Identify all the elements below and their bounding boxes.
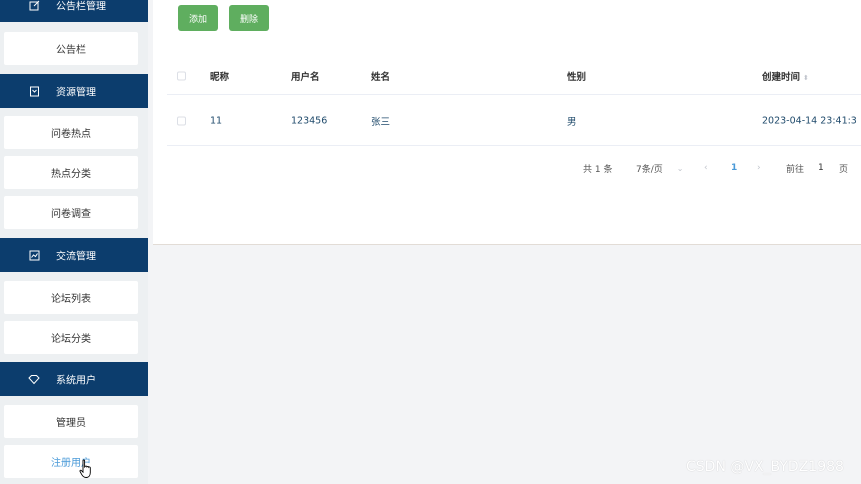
page-unit-label: 页 [839, 164, 849, 175]
sidebar-item-label: 论坛列表 [51, 294, 91, 305]
sidebar-item-label: 管理员 [56, 418, 86, 429]
prev-page-button[interactable]: ‹ [704, 160, 708, 176]
column-header-nickname[interactable]: 昵称 [210, 69, 229, 83]
add-button[interactable]: 添加 [178, 5, 218, 31]
edit-icon [28, 0, 40, 11]
next-page-button[interactable]: › [757, 160, 761, 176]
cell-created-time: 2023-04-14 23:41:3 [762, 115, 857, 126]
sidebar-item-admin[interactable]: 管理员 [4, 405, 138, 438]
watermark: CSDN @VX_BYDZ1988 [686, 459, 844, 475]
sidebar-group-notice[interactable]: 公告栏管理 [0, 0, 148, 22]
sidebar-group-label: 公告栏管理 [56, 1, 106, 13]
pagination-total: 共 1 条 [583, 164, 613, 175]
sidebar-item-label: 问卷热点 [51, 129, 91, 140]
goto-page-input[interactable]: 1 [818, 160, 824, 176]
sidebar-group-communication[interactable]: 交流管理 [0, 238, 148, 272]
delete-button[interactable]: 删除 [229, 5, 269, 31]
column-header-created-time[interactable]: 创建时间 ⬍ [762, 69, 809, 83]
pointer-cursor-icon [79, 459, 91, 478]
select-all-checkbox[interactable] [177, 71, 186, 81]
sidebar-item-label: 公告栏 [56, 45, 86, 56]
diamond-icon [28, 373, 40, 385]
row-checkbox[interactable] [177, 116, 186, 125]
column-header-created-label: 创建时间 [762, 72, 801, 83]
current-page-number[interactable]: 1 [731, 160, 737, 176]
sidebar-item-hotspot-category[interactable]: 热点分类 [4, 156, 138, 189]
chevron-down-icon: ⌄ [676, 163, 684, 173]
sidebar-item-survey-hotspot[interactable]: 问卷热点 [4, 116, 138, 149]
main-panel: 添加 删除 昵称 用户名 姓名 性别 创建时间 ⬍ 11 123456 张三 男 … [153, 0, 861, 245]
sidebar-group-label: 交流管理 [56, 251, 96, 263]
goto-label: 前往 [786, 164, 805, 175]
sidebar-group-label: 系统用户 [56, 375, 96, 387]
sidebar-item-forum-category[interactable]: 论坛分类 [4, 321, 138, 354]
sidebar-item-notice[interactable]: 公告栏 [4, 32, 138, 65]
chart-icon [28, 249, 40, 261]
sidebar-group-label: 资源管理 [56, 87, 96, 99]
cell-username: 123456 [291, 115, 328, 126]
bookmark-icon [28, 85, 40, 97]
page-size-value: 7条/页 [636, 164, 663, 175]
column-header-name[interactable]: 姓名 [371, 69, 390, 83]
column-header-gender[interactable]: 性别 [567, 69, 586, 83]
sidebar-item-label: 热点分类 [51, 169, 91, 180]
table-header: 昵称 用户名 姓名 性别 创建时间 ⬍ [167, 58, 861, 95]
sort-icon[interactable]: ⬍ [803, 74, 809, 82]
sidebar-item-registered-users[interactable]: 注册用户 [4, 445, 138, 478]
cell-nickname: 11 [210, 115, 223, 126]
sidebar-item-label: 问卷调查 [51, 209, 91, 220]
table-row[interactable]: 11 123456 张三 男 2023-04-14 23:41:3 [167, 96, 861, 146]
sidebar: 公告栏管理 公告栏 资源管理 问卷热点 热点分类 问卷调查 交流管理 论坛列表 … [0, 0, 148, 484]
sidebar-group-system-users[interactable]: 系统用户 [0, 362, 148, 396]
sidebar-item-forum-list[interactable]: 论坛列表 [4, 281, 138, 314]
sidebar-group-resources[interactable]: 资源管理 [0, 74, 148, 108]
sidebar-item-survey[interactable]: 问卷调查 [4, 196, 138, 229]
cell-gender: 男 [567, 116, 577, 128]
page-size-select[interactable]: 7条/页 ⌄ [636, 160, 683, 176]
cell-name: 张三 [371, 116, 391, 128]
column-header-username[interactable]: 用户名 [291, 69, 320, 83]
sidebar-item-label: 论坛分类 [51, 334, 91, 345]
